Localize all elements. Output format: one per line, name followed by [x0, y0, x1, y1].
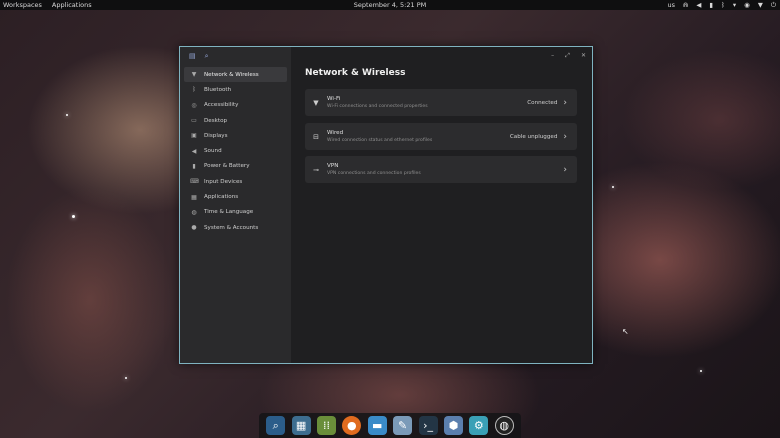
sidebar-item-label: Applications — [204, 194, 239, 201]
display-icon: ▣ — [191, 132, 197, 140]
sidebar-item-label: Time & Language — [204, 209, 254, 216]
row-title: VPN — [327, 163, 339, 169]
sidebar-item-label: Power & Battery — [204, 163, 250, 170]
wifi-icon: ▼ — [191, 71, 197, 79]
keyboard-layout-indicator[interactable]: us — [667, 1, 675, 10]
volume-icon[interactable]: ◀ — [696, 1, 701, 10]
store-icon[interactable]: ⬢ — [443, 416, 463, 435]
sidebar-item-system-accounts[interactable]: ● System & Accounts — [184, 220, 287, 235]
sidebar-item-label: System & Accounts — [204, 224, 259, 231]
row-status: Connected — [527, 99, 558, 106]
sidebar-item-label: Displays — [204, 132, 228, 139]
sidebar-item-power-battery[interactable]: ▮ Power & Battery — [184, 159, 287, 174]
page-title: Network & Wireless — [305, 68, 406, 78]
sidebar-item-time-language[interactable]: ◍ Time & Language — [184, 205, 287, 220]
battery-status-icon[interactable]: ▮ — [709, 1, 713, 10]
row-status: Cable unplugged — [509, 133, 558, 140]
system-tray: us ⋒ ◀ ▮ ᛒ ▾ ◉ ▼ ⏻ — [667, 1, 776, 10]
sidebar-item-bluetooth[interactable]: ᛒ Bluetooth — [184, 82, 287, 97]
apps-icon: ▦ — [191, 193, 197, 201]
clock[interactable]: September 4, 5:21 PM — [0, 1, 780, 9]
row-description: Wired connection status and ethernet pro… — [327, 138, 433, 143]
wifi-row[interactable]: ▼ Wi-Fi Wi-Fi connections and connected … — [305, 89, 577, 116]
wifi-status-icon[interactable]: ⋒ — [683, 1, 688, 10]
sidebar-item-accessibility[interactable]: ◎ Accessibility — [184, 98, 287, 113]
user-icon: ● — [191, 224, 197, 232]
keyboard-icon: ⌨ — [190, 178, 199, 186]
star-decoration — [612, 186, 614, 188]
wifi-icon: ▼ — [313, 98, 319, 107]
battery-icon: ▮ — [192, 162, 196, 170]
sidebar-toggle-icon[interactable]: ▤ — [189, 52, 196, 60]
top-panel: Workspaces Applications September 4, 5:2… — [0, 0, 780, 10]
sidebar-item-label: Sound — [204, 148, 222, 155]
sidebar-item-input-devices[interactable]: ⌨ Input Devices — [184, 174, 287, 189]
globe-icon: ◍ — [191, 208, 197, 216]
settings-window: ▤ ⌕ ▼ Network & Wireless ᛒ Bluetooth ◎ Access… — [179, 46, 593, 364]
accessibility-icon: ◎ — [191, 101, 197, 109]
sidebar-item-sound[interactable]: ◀ Sound — [184, 143, 287, 158]
sidebar-item-desktop[interactable]: ▭ Desktop — [184, 113, 287, 128]
files-manager-icon[interactable]: ▦ — [291, 416, 311, 435]
settings-sidebar: ▤ ⌕ ▼ Network & Wireless ᛒ Bluetooth ◎ Access… — [180, 47, 291, 363]
wifi-tray-icon[interactable]: ▼ — [758, 1, 763, 10]
bluetooth-status-icon[interactable]: ᛒ — [721, 1, 725, 10]
desktop-icon: ▭ — [191, 117, 197, 125]
sound-icon: ◀ — [191, 147, 197, 155]
sidebar-item-label: Input Devices — [204, 178, 243, 185]
maximize-icon[interactable]: ⤢ — [565, 52, 570, 60]
chevron-right-icon: › — [563, 131, 567, 142]
star-decoration — [66, 114, 68, 116]
sidebar-item-label: Network & Wireless — [204, 71, 259, 78]
power-icon[interactable]: ⏻ — [771, 1, 776, 10]
star-decoration — [125, 377, 127, 379]
text-editor-icon[interactable]: ✎ — [393, 416, 413, 435]
network-indicator-icon[interactable]: ▾ — [733, 1, 736, 10]
minimize-icon[interactable]: – — [551, 52, 554, 60]
terminal-icon[interactable]: ›_ — [418, 416, 438, 435]
star-decoration — [700, 370, 702, 372]
row-description: Wi-Fi connections and connected properti… — [327, 104, 428, 109]
row-description: VPN connections and connection profiles — [327, 171, 421, 176]
key-icon: ⊸ — [313, 165, 319, 174]
sidebar-list: ▼ Network & Wireless ᛒ Bluetooth ◎ Accessibil… — [180, 67, 291, 235]
chevron-right-icon: › — [563, 164, 567, 175]
settings-main: – ⤢ ✕ Network & Wireless ▼ Wi-Fi Wi-Fi c… — [291, 47, 592, 363]
mouse-cursor-icon: ↖ — [622, 327, 629, 336]
sidebar-item-label: Bluetooth — [204, 86, 232, 93]
bluetooth-icon: ᛒ — [192, 86, 196, 94]
close-icon[interactable]: ✕ — [581, 52, 586, 60]
sidebar-item-network-wireless[interactable]: ▼ Network & Wireless — [184, 67, 287, 83]
ethernet-icon: ⊟ — [313, 132, 319, 141]
app-grid-icon[interactable]: ⁞⁞ — [316, 416, 336, 435]
search-app-icon[interactable]: ⌕ — [266, 416, 286, 435]
row-title: Wired — [327, 130, 344, 136]
firefox-icon[interactable]: ● — [342, 416, 362, 435]
sidebar-item-displays[interactable]: ▣ Displays — [184, 128, 287, 143]
star-decoration — [72, 215, 75, 218]
row-title: Wi-Fi — [327, 96, 341, 102]
search-icon[interactable]: ⌕ — [205, 52, 209, 61]
sidebar-item-label: Desktop — [204, 117, 228, 124]
sidebar-item-label: Accessibility — [204, 102, 239, 109]
obs-icon[interactable]: ◍ — [494, 416, 514, 435]
settings-icon[interactable]: ⚙ — [469, 416, 489, 435]
wired-row[interactable]: ⊟ Wired Wired connection status and ethe… — [305, 123, 577, 150]
chevron-right-icon: › — [563, 97, 567, 108]
dock: ⌕ ▦ ⁞⁞ ● ▬ ✎ ›_ ⬢ ⚙ ◍ — [259, 413, 521, 438]
notifications-icon[interactable]: ◉ — [744, 1, 750, 10]
sidebar-item-applications[interactable]: ▦ Applications — [184, 189, 287, 204]
vpn-row[interactable]: ⊸ VPN VPN connections and connection pro… — [305, 156, 577, 183]
folder-icon[interactable]: ▬ — [367, 416, 387, 435]
